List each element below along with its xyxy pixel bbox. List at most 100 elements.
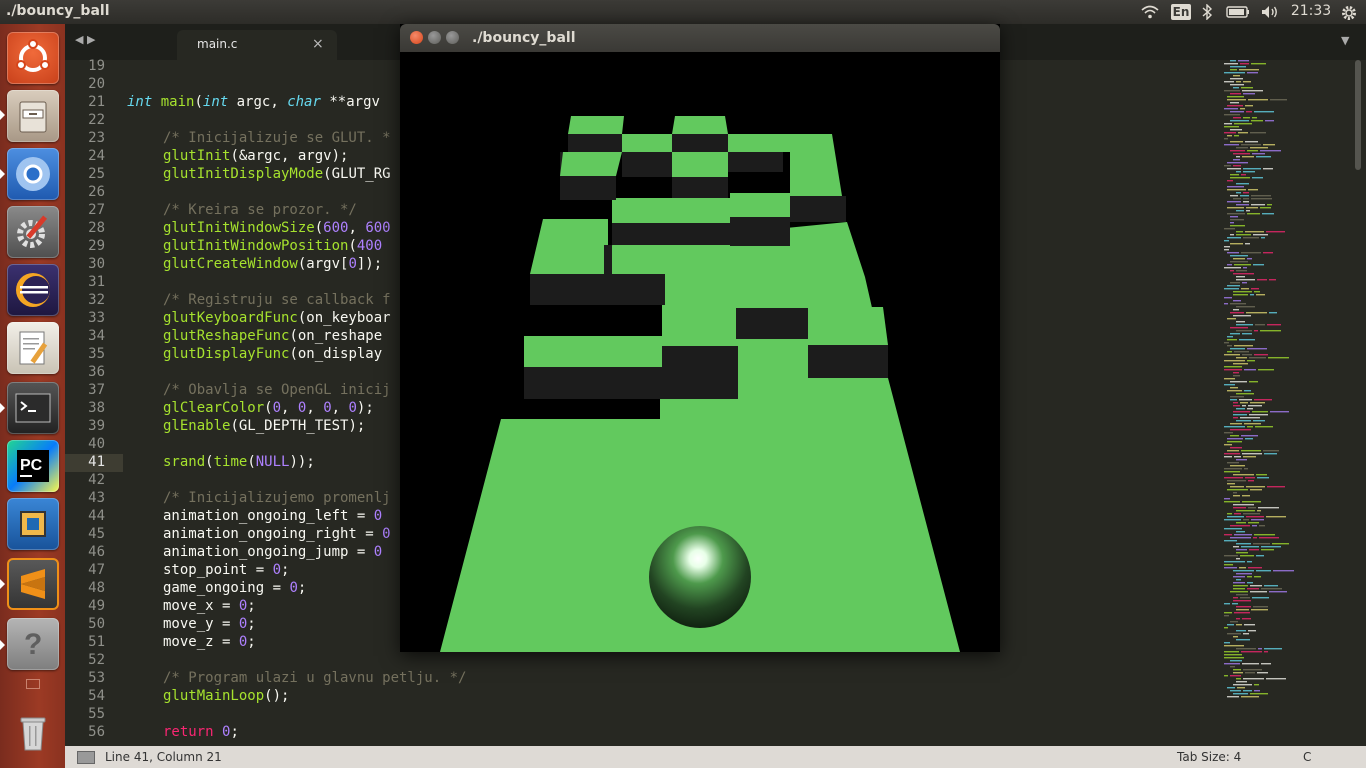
launcher-chromium[interactable] (7, 148, 59, 200)
window-title: ./bouncy_ball (472, 30, 576, 46)
minimap-line (1248, 480, 1254, 482)
minimap-line (1273, 570, 1294, 572)
sublime-icon (7, 569, 59, 614)
minimap-line (1250, 294, 1254, 296)
bluetooth-icon[interactable] (1200, 3, 1214, 21)
launcher-eclipse[interactable] (7, 264, 59, 316)
launcher-ubuntu-dash[interactable] (7, 32, 59, 84)
token: 600 (365, 220, 391, 236)
close-icon[interactable] (410, 31, 423, 44)
minimap-line (1224, 456, 1232, 458)
minimap-line (1243, 171, 1255, 173)
minimap-line (1233, 492, 1237, 494)
line-number: 29 (88, 238, 105, 254)
minimap-line (1256, 570, 1271, 572)
launcher-trash[interactable] (7, 706, 59, 758)
bouncy-ball-window[interactable]: ./bouncy_ball (400, 24, 1000, 652)
launcher-system-settings[interactable] (7, 206, 59, 258)
launcher-files[interactable] (7, 90, 59, 142)
minimap-line (1263, 144, 1275, 146)
minimap-line (1227, 633, 1241, 635)
tab-close-icon[interactable]: × (312, 36, 324, 52)
minimap-line (1248, 507, 1256, 509)
minimap-line (1249, 414, 1268, 416)
token: ( (194, 94, 203, 110)
minimap-line (1236, 204, 1249, 206)
minimap-line (1236, 639, 1250, 641)
ubuntu-logo-icon (7, 39, 59, 88)
maximize-icon[interactable] (446, 31, 459, 44)
tab-size-selector[interactable]: Tab Size: 4 (1177, 750, 1241, 764)
minimap-line (1233, 87, 1239, 89)
minimap-line (1224, 498, 1230, 500)
minimap-line (1261, 588, 1282, 590)
launcher-help[interactable]: ? (7, 618, 59, 670)
token: (GL_DEPTH_TEST); (230, 418, 366, 434)
code-line-30: glutCreateWindow(argv[0]); (163, 256, 382, 272)
minimap-line (1224, 555, 1238, 557)
panel-toggle-icon[interactable] (77, 751, 95, 764)
minimap-line (1250, 489, 1262, 491)
minimap-line (1224, 342, 1229, 344)
block-side (672, 134, 728, 152)
volume-icon[interactable] (1260, 4, 1280, 20)
running-indicator (0, 110, 5, 120)
tab-main-c[interactable]: main.c × (177, 30, 337, 60)
launcher-pycharm[interactable]: PC (7, 440, 59, 492)
launcher-terminal[interactable] (7, 382, 59, 434)
tab-nav-arrows[interactable]: ◀ ▶ (75, 33, 95, 46)
block-side (672, 177, 728, 198)
minimap[interactable] (1222, 58, 1352, 744)
workspace-switcher-icon[interactable] (26, 679, 40, 689)
minimap-line (1224, 228, 1235, 230)
minimap-line (1233, 291, 1252, 293)
game-viewport[interactable] (400, 52, 1000, 652)
minimap-line (1227, 180, 1233, 182)
minimap-line (1224, 384, 1235, 386)
minimap-line (1245, 141, 1258, 143)
running-indicator (0, 640, 5, 650)
keyboard-layout-indicator[interactable]: En (1171, 4, 1191, 20)
token: int (202, 94, 229, 110)
syntax-selector[interactable]: C (1303, 750, 1311, 764)
wifi-icon[interactable] (1140, 4, 1160, 20)
minimap-line (1256, 294, 1265, 296)
minimap-line (1233, 198, 1241, 200)
vertical-scrollbar[interactable] (1355, 60, 1361, 170)
token: 0 (373, 544, 383, 560)
minimap-line (1244, 369, 1256, 371)
minimap-line (1250, 402, 1265, 404)
window-titlebar[interactable]: ./bouncy_ball (400, 24, 1000, 52)
block-side (604, 245, 612, 275)
token: , (348, 220, 366, 236)
chromium-icon (7, 157, 59, 204)
token: animation_ongoing_right = (163, 526, 383, 542)
tab-dropdown-icon[interactable]: ▼ (1341, 34, 1349, 47)
block-side (568, 134, 622, 152)
launcher-text-editor[interactable] (7, 322, 59, 374)
trash-icon (7, 717, 59, 762)
line-number: 49 (88, 598, 105, 614)
minimap-line (1254, 330, 1258, 332)
minimap-line (1259, 537, 1279, 539)
minimap-line (1224, 72, 1245, 74)
token: ( (247, 454, 256, 470)
launcher-sublime-text[interactable] (7, 558, 59, 610)
minimap-line (1230, 327, 1248, 329)
token: 0 (323, 400, 332, 416)
minimap-line (1252, 597, 1269, 599)
minimap-line (1236, 306, 1255, 308)
line-number: 41 (88, 454, 105, 470)
minimap-line (1238, 60, 1249, 62)
launcher-virtualbox[interactable] (7, 498, 59, 550)
line-number: 38 (88, 400, 105, 416)
line-number: 26 (88, 184, 105, 200)
minimap-line (1233, 588, 1245, 590)
minimap-line (1230, 465, 1245, 467)
question-icon: ? (7, 628, 59, 674)
minimize-icon[interactable] (428, 31, 441, 44)
minimap-line (1257, 672, 1268, 674)
clock[interactable]: 21:33 (1290, 3, 1332, 19)
battery-icon[interactable] (1225, 4, 1251, 20)
gear-icon[interactable] (1340, 4, 1358, 20)
